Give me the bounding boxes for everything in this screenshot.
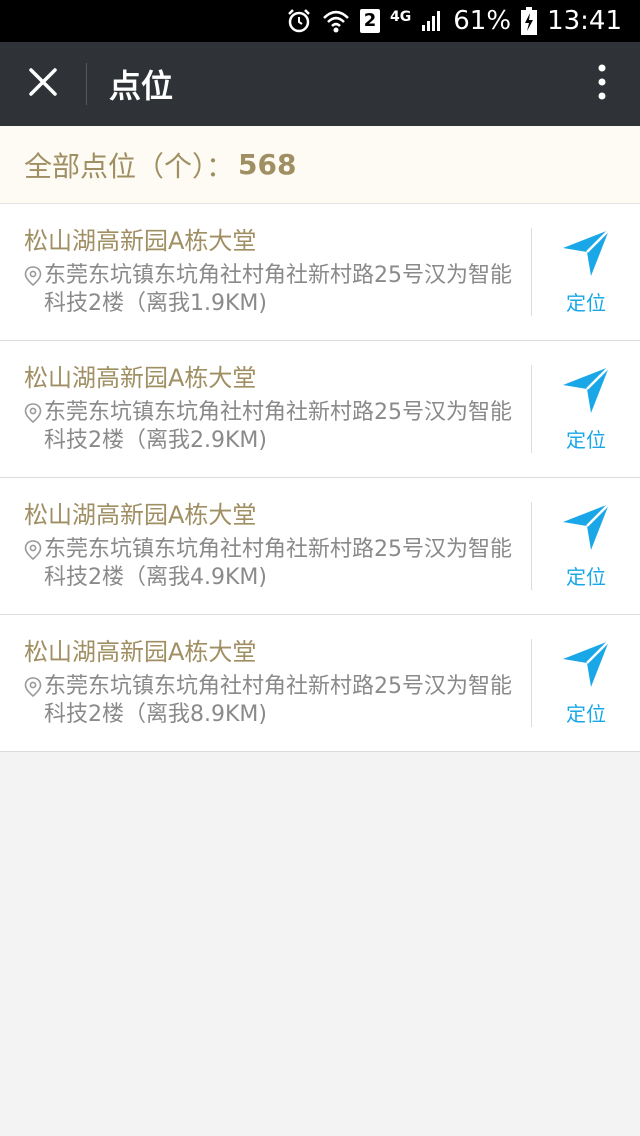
close-button[interactable] bbox=[0, 42, 86, 126]
navigation-arrow-icon bbox=[561, 365, 611, 420]
item-info: 松山湖高新园A栋大堂 东莞东坑镇东坑角社村角社新村路25号汉为智能科技2楼（离我… bbox=[0, 341, 531, 477]
list-item[interactable]: 松山湖高新园A栋大堂 东莞东坑镇东坑角社村角社新村路25号汉为智能科技2楼（离我… bbox=[0, 615, 640, 752]
summary-count: 568 bbox=[238, 148, 297, 181]
locate-label: 定位 bbox=[566, 291, 606, 315]
locate-label: 定位 bbox=[566, 428, 606, 452]
item-address: 东莞东坑镇东坑角社村角社新村路25号汉为智能科技2楼（离我2.9KM) bbox=[44, 400, 512, 453]
item-address-row: 东莞东坑镇东坑角社村角社新村路25号汉为智能科技2楼（离我1.9KM) bbox=[24, 262, 531, 318]
page-title: 点位 bbox=[109, 67, 174, 105]
item-info: 松山湖高新园A栋大堂 东莞东坑镇东坑角社村角社新村路25号汉为智能科技2楼（离我… bbox=[0, 615, 531, 751]
item-title: 松山湖高新园A栋大堂 bbox=[24, 227, 257, 255]
item-address: 东莞东坑镇东坑角社村角社新村路25号汉为智能科技2楼（离我1.9KM) bbox=[44, 263, 512, 316]
sim-badge: 2 bbox=[360, 9, 381, 33]
battery-percent: 61% bbox=[453, 6, 512, 36]
locate-label: 定位 bbox=[566, 565, 606, 589]
item-title: 松山湖高新园A栋大堂 bbox=[24, 638, 257, 666]
location-pin-icon bbox=[24, 677, 44, 729]
nav-bar: 点位 bbox=[0, 42, 640, 126]
item-address-row: 东莞东坑镇东坑角社村角社新村路25号汉为智能科技2楼（离我2.9KM) bbox=[24, 399, 531, 455]
close-icon bbox=[28, 67, 58, 101]
item-address-row: 东莞东坑镇东坑角社村角社新村路25号汉为智能科技2楼（离我8.9KM) bbox=[24, 673, 531, 729]
list-item[interactable]: 松山湖高新园A栋大堂 东莞东坑镇东坑角社村角社新村路25号汉为智能科技2楼（离我… bbox=[0, 204, 640, 341]
locate-label: 定位 bbox=[566, 702, 606, 726]
navigation-arrow-icon bbox=[561, 228, 611, 283]
list-item[interactable]: 松山湖高新园A栋大堂 东莞东坑镇东坑角社村角社新村路25号汉为智能科技2楼（离我… bbox=[0, 478, 640, 615]
network-type: 4G bbox=[390, 9, 412, 25]
location-pin-icon bbox=[24, 540, 44, 592]
location-pin-icon bbox=[24, 266, 44, 318]
item-info: 松山湖高新园A栋大堂 东莞东坑镇东坑角社村角社新村路25号汉为智能科技2楼（离我… bbox=[0, 478, 531, 614]
item-title: 松山湖高新园A栋大堂 bbox=[24, 364, 257, 392]
battery-charging-icon bbox=[521, 7, 538, 35]
signal-icon bbox=[421, 10, 443, 32]
locate-button[interactable]: 定位 bbox=[532, 204, 640, 340]
nav-divider bbox=[86, 63, 87, 105]
more-vertical-icon bbox=[598, 64, 606, 104]
more-button[interactable] bbox=[582, 42, 622, 126]
locate-button[interactable]: 定位 bbox=[532, 478, 640, 614]
item-address: 东莞东坑镇东坑角社村角社新村路25号汉为智能科技2楼（离我4.9KM) bbox=[44, 537, 512, 590]
summary-label: 全部点位（个）： bbox=[24, 149, 235, 183]
item-address: 东莞东坑镇东坑角社村角社新村路25号汉为智能科技2楼（离我8.9KM) bbox=[44, 674, 512, 727]
summary-bar: 全部点位（个）： 568 bbox=[0, 126, 640, 204]
locate-button[interactable]: 定位 bbox=[532, 341, 640, 477]
alarm-clock-icon bbox=[286, 8, 312, 34]
wifi-icon bbox=[322, 8, 350, 34]
list-item[interactable]: 松山湖高新园A栋大堂 东莞东坑镇东坑角社村角社新村路25号汉为智能科技2楼（离我… bbox=[0, 341, 640, 478]
status-bar: 2 4G 61% 13:41 bbox=[0, 0, 640, 42]
clock-time: 13:41 bbox=[547, 6, 622, 36]
navigation-arrow-icon bbox=[561, 639, 611, 694]
item-title: 松山湖高新园A栋大堂 bbox=[24, 501, 257, 529]
navigation-arrow-icon bbox=[561, 502, 611, 557]
location-pin-icon bbox=[24, 403, 44, 455]
location-list: 松山湖高新园A栋大堂 东莞东坑镇东坑角社村角社新村路25号汉为智能科技2楼（离我… bbox=[0, 204, 640, 752]
item-address-row: 东莞东坑镇东坑角社村角社新村路25号汉为智能科技2楼（离我4.9KM) bbox=[24, 536, 531, 592]
locate-button[interactable]: 定位 bbox=[532, 615, 640, 751]
item-info: 松山湖高新园A栋大堂 东莞东坑镇东坑角社村角社新村路25号汉为智能科技2楼（离我… bbox=[0, 204, 531, 340]
